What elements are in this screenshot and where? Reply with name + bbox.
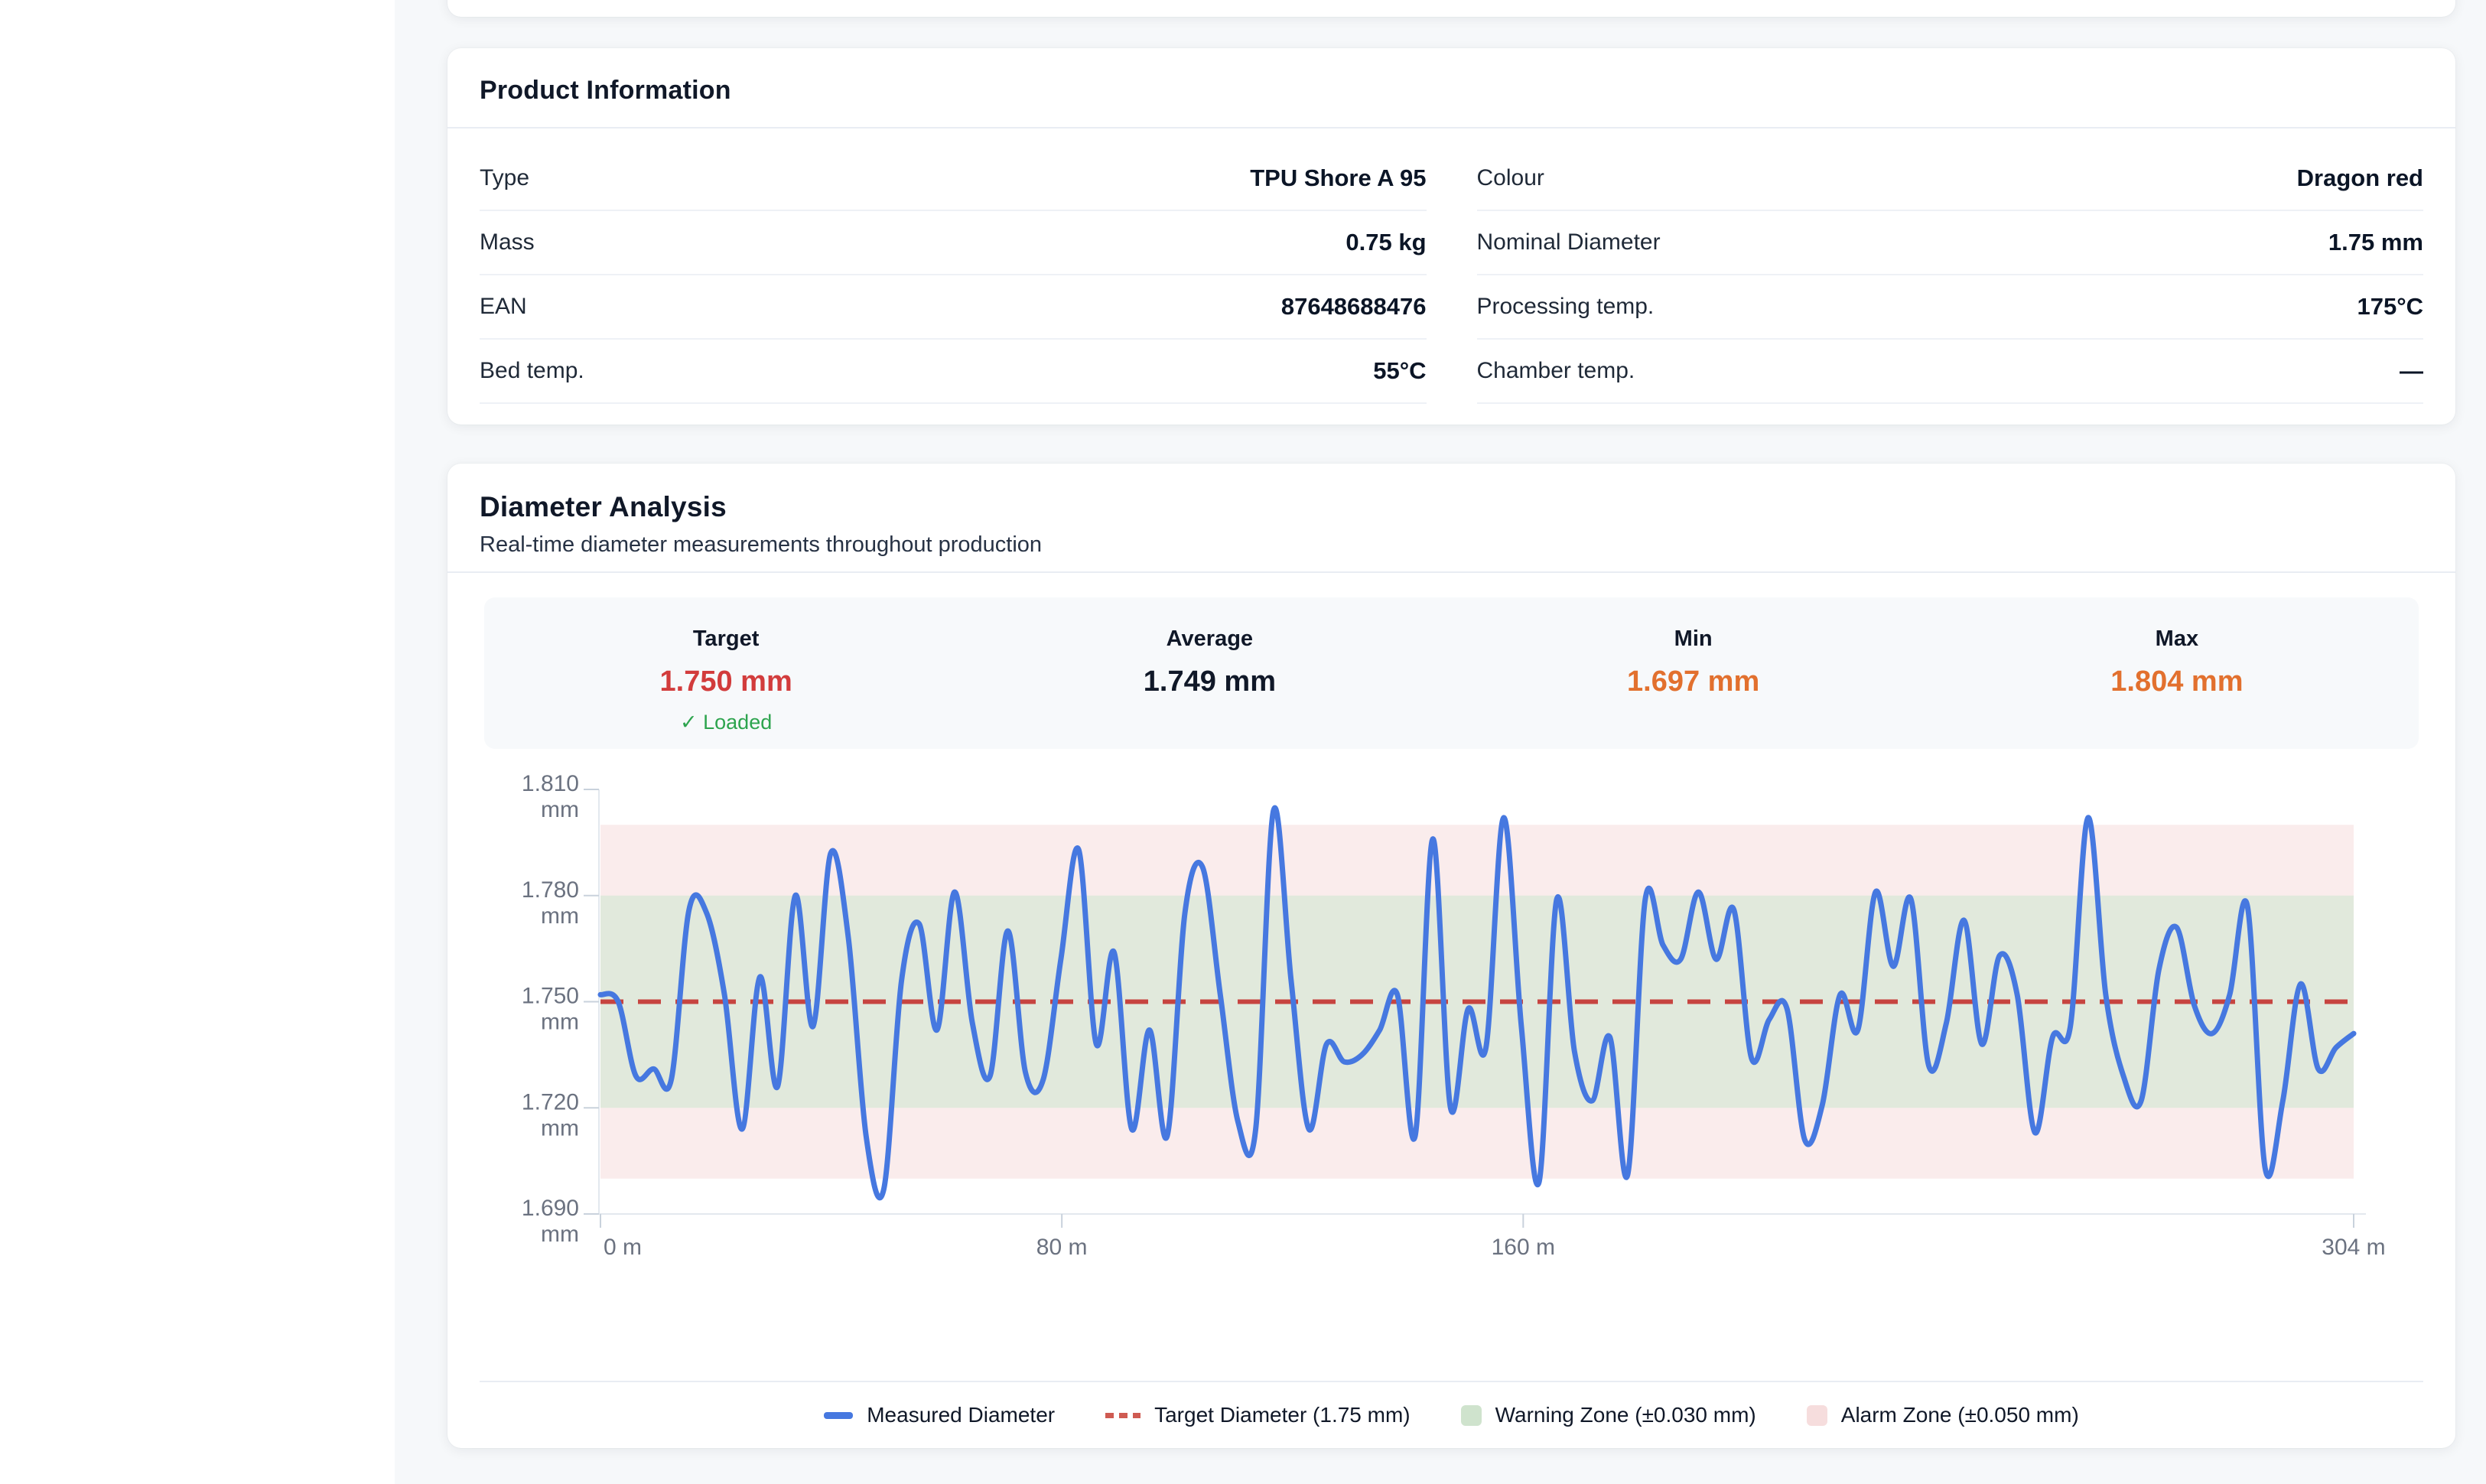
y-tick-label: 1.720mm (522, 1089, 579, 1141)
stat-average: Average 1.749 mm (968, 626, 1451, 749)
legend-item: Alarm Zone (±0.050 mm) (1807, 1403, 2079, 1427)
stat-min: Min 1.697 mm (1452, 626, 1935, 749)
target-loaded-badge: ✓ Loaded (484, 711, 968, 734)
legend-item: Target Diameter (1.75 mm) (1105, 1403, 1411, 1427)
diameter-stats-bar: Target 1.750 mm ✓ Loaded Average 1.749 mmMin… (484, 597, 2419, 749)
header-divider (447, 571, 2455, 573)
chart-legend: Measured Diameter Target Diameter (1.75 m… (447, 1382, 2455, 1448)
stat-target: Target 1.750 mm ✓ Loaded (484, 626, 968, 749)
product-info-column-1: Type TPU Shore A 95 Mass 0.75 kg EAN 87648688… (480, 147, 1427, 404)
diameter-chart[interactable]: 1.810mm1.780mm1.750mm1.720mm1.690mm0 m80… (528, 765, 2387, 1262)
product-info-row: Mass 0.75 kg (480, 211, 1427, 275)
field-value: — (2400, 356, 2423, 386)
x-tick-label: 160 m (1492, 1235, 1555, 1260)
field-value: 0.75 kg (1345, 227, 1426, 258)
diameter-analysis-card: Diameter Analysis Real-time diameter mea… (447, 464, 2455, 1448)
x-tick-label: 0 m (604, 1235, 642, 1260)
stat-max: Max 1.804 mm (1935, 626, 2419, 749)
product-information-card: Product Information Type TPU Shore A 95 Ma… (447, 48, 2455, 425)
field-value: Dragon red (2297, 163, 2423, 194)
field-value: 55°C (1373, 356, 1426, 386)
stat-value: 1.749 mm (968, 666, 1451, 698)
product-info-row: Bed temp. 55°C (480, 340, 1427, 404)
field-value: 87648688476 (1281, 291, 1427, 322)
product-information-title: Product Information (447, 48, 2455, 127)
diameter-analysis-title: Diameter Analysis (447, 464, 2455, 523)
product-info-row: Chamber temp. — (1477, 340, 2424, 404)
field-value: 1.75 mm (2328, 227, 2423, 258)
stat-label: Average (968, 626, 1451, 652)
badge-text: Loaded (703, 711, 772, 734)
legend-label: Alarm Zone (±0.050 mm) (1841, 1403, 2079, 1427)
stat-label: Min (1452, 626, 1935, 652)
field-value: 175°C (2357, 291, 2423, 322)
product-info-row: Nominal Diameter 1.75 mm (1477, 211, 2424, 275)
previous-card-bottom-edge (447, 0, 2455, 17)
stat-value: 1.804 mm (1935, 666, 2419, 698)
x-tick-label: 80 m (1036, 1235, 1088, 1260)
field-label: Chamber temp. (1477, 356, 1635, 386)
field-label: Mass (480, 227, 535, 258)
legend-label: Target Diameter (1.75 mm) (1154, 1403, 1411, 1427)
field-label: EAN (480, 291, 527, 322)
y-tick-label: 1.780mm (522, 877, 579, 929)
product-info-row: Colour Dragon red (1477, 147, 2424, 211)
field-label: Nominal Diameter (1477, 227, 1661, 258)
legend-label: Warning Zone (±0.030 mm) (1495, 1403, 1756, 1427)
y-tick-label: 1.690mm (522, 1196, 579, 1247)
alarm-zone-swatch (1807, 1405, 1827, 1426)
legend-item: Warning Zone (±0.030 mm) (1461, 1403, 1756, 1427)
measured-line-swatch (824, 1412, 853, 1419)
stat-label: Target (484, 626, 968, 652)
field-label: Bed temp. (480, 356, 584, 386)
y-tick-label: 1.810mm (522, 771, 579, 822)
product-info-row: Processing temp. 175°C (1477, 275, 2424, 340)
warning-zone-swatch (1461, 1405, 1482, 1426)
field-value: TPU Shore A 95 (1250, 163, 1426, 194)
stat-value: 1.750 mm (484, 666, 968, 698)
product-info-column-2: Colour Dragon red Nominal Diameter 1.75 mm P… (1477, 147, 2424, 404)
field-label: Type (480, 163, 529, 194)
x-tick-label: 304 m (2322, 1235, 2385, 1260)
y-tick-label: 1.750mm (522, 984, 579, 1035)
legend-label: Measured Diameter (867, 1403, 1055, 1427)
product-info-row: Type TPU Shore A 95 (480, 147, 1427, 211)
product-info-table: Type TPU Shore A 95 Mass 0.75 kg EAN 87648688… (447, 129, 2455, 404)
field-label: Processing temp. (1477, 291, 1655, 322)
legend-item: Measured Diameter (824, 1403, 1055, 1427)
product-info-row: EAN 87648688476 (480, 275, 1427, 340)
stat-value: 1.697 mm (1452, 666, 1935, 698)
sidebar (0, 0, 395, 1484)
diameter-analysis-subtitle: Real-time diameter measurements througho… (447, 523, 2455, 571)
field-label: Colour (1477, 163, 1544, 194)
check-icon: ✓ (680, 711, 703, 734)
stat-label: Max (1935, 626, 2419, 652)
target-dash-swatch (1105, 1413, 1141, 1418)
